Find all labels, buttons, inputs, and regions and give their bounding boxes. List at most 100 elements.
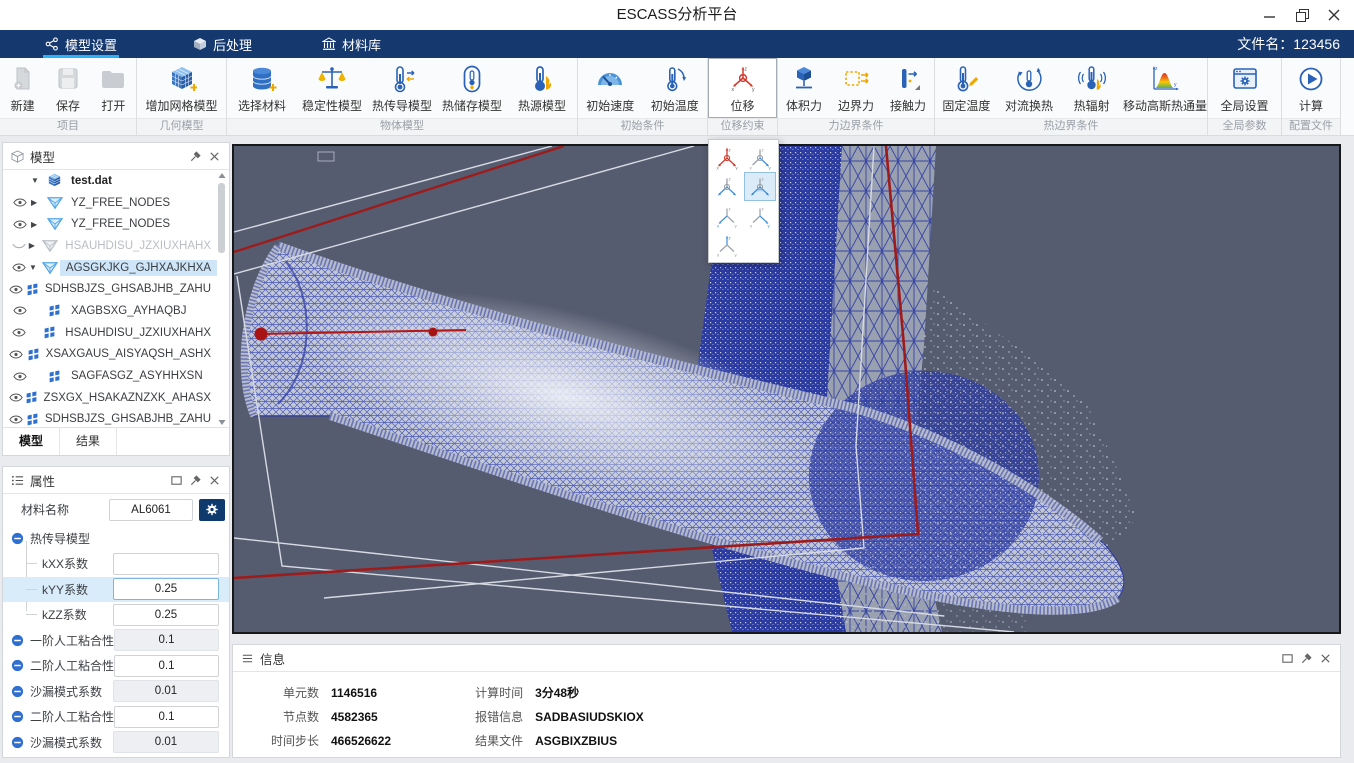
tree-row[interactable]: XAGBSXG_AYHAQBJ: [3, 300, 217, 322]
tree-row-selected[interactable]: ▼AGSGKJKG_GJHXAJKHXA: [3, 257, 217, 279]
select-material-icon: [247, 64, 277, 94]
conduction-section-row[interactable]: 热传导模型: [3, 525, 229, 551]
minimize-button[interactable]: [1254, 0, 1286, 30]
tree-row[interactable]: SDHSBJZS_GHSABJHB_ZAHU: [3, 278, 217, 300]
material-name-input[interactable]: AL6061: [109, 499, 193, 521]
tree-row[interactable]: ▶YZ_FREE_NODES: [3, 192, 217, 214]
cube-icon: [46, 172, 63, 189]
collapse-icon[interactable]: [11, 532, 24, 545]
kxx-input[interactable]: [113, 553, 219, 575]
element-group-icon: [25, 391, 38, 404]
initial-temperature-button[interactable]: 初始温度: [643, 58, 708, 118]
tab-results[interactable]: 结果: [60, 428, 117, 455]
constraint-option-xyz-red[interactable]: zxy: [711, 143, 744, 172]
visibility-off-icon[interactable]: [12, 241, 26, 250]
viscosity1-input[interactable]: 0.1: [114, 629, 219, 651]
tab-model-setup[interactable]: 模型设置: [45, 30, 117, 58]
viscosity2-input[interactable]: 0.1: [114, 655, 219, 677]
tab-model[interactable]: 模型: [3, 428, 60, 455]
visibility-eye-icon[interactable]: [9, 285, 23, 294]
visibility-eye-icon[interactable]: [13, 220, 27, 229]
add-mesh-model-button[interactable]: 增加网格模型: [137, 58, 226, 118]
material-settings-button[interactable]: [199, 499, 225, 521]
visibility-eye-icon[interactable]: [13, 372, 27, 381]
tab-material-library[interactable]: 材料库: [322, 30, 381, 58]
tree-row[interactable]: ▼test.dat: [3, 170, 217, 192]
maximize-icon[interactable]: [1281, 652, 1294, 665]
tree-row[interactable]: ZSXGX_HSAKAZNZXK_AHASX: [3, 387, 217, 409]
collapse-icon[interactable]: [11, 685, 24, 698]
tree-row[interactable]: SAGFASGZ_ASYHHXSN: [3, 365, 217, 387]
initial-velocity-button[interactable]: 初始速度: [578, 58, 643, 118]
pin-icon[interactable]: [1300, 652, 1313, 665]
visibility-eye-icon[interactable]: [9, 415, 23, 424]
kyy-input[interactable]: 0.25: [113, 578, 219, 600]
radiation-button[interactable]: 热辐射: [1060, 58, 1123, 118]
model-panel-header: 模型: [3, 143, 229, 170]
body-force-button[interactable]: 体积力: [778, 58, 830, 118]
tab-post-process[interactable]: 后处理: [193, 30, 252, 58]
collapse-icon[interactable]: [11, 736, 24, 749]
hourglass2-input[interactable]: 0.01: [113, 731, 219, 753]
stability-model-button[interactable]: 稳定性模型: [297, 58, 367, 118]
filename-label: 文件名：123456: [1237, 34, 1354, 54]
collapse-icon[interactable]: [11, 710, 24, 723]
constraint-option-x[interactable]: zxy: [711, 201, 744, 230]
initial-temperature-icon: [660, 64, 690, 94]
scroll-thumb[interactable]: [218, 183, 225, 253]
viewport-3d[interactable]: [232, 144, 1341, 634]
mesh-part-icon: [42, 261, 58, 275]
restore-button[interactable]: [1286, 0, 1318, 30]
viscosity3-input[interactable]: 0.1: [114, 706, 219, 728]
pin-icon[interactable]: [189, 150, 202, 163]
scroll-up-icon[interactable]: [217, 171, 227, 181]
hourglass1-input[interactable]: 0.01: [113, 680, 219, 702]
toolbar-group-body-models: 选择材料 稳定性模型 热传导模型 热储存模型 热源模型 物体模型: [227, 58, 578, 135]
new-button[interactable]: 新建: [0, 58, 45, 118]
pin-icon[interactable]: [189, 474, 202, 487]
visibility-eye-icon[interactable]: [9, 350, 23, 359]
conduction-model-button[interactable]: 热传导模型: [367, 58, 437, 118]
close-icon[interactable]: [208, 150, 221, 163]
displacement-button[interactable]: zxy 位移: [708, 58, 777, 118]
constraint-option-y2[interactable]: zxy: [744, 201, 777, 230]
heat-source-model-button[interactable]: 热源模型: [507, 58, 577, 118]
select-material-button[interactable]: 选择材料: [227, 58, 297, 118]
constraint-option-z[interactable]: zxy: [711, 230, 744, 259]
visibility-eye-icon[interactable]: [9, 393, 23, 402]
collapse-icon[interactable]: [11, 659, 24, 672]
boundary-force-button[interactable]: 边界力: [830, 58, 882, 118]
close-icon[interactable]: [208, 474, 221, 487]
tree-row[interactable]: ▶HSAUHDISU_JZXIUXHAHX: [3, 235, 217, 257]
fixed-temperature-button[interactable]: 固定温度: [935, 58, 998, 118]
save-button[interactable]: 保存: [45, 58, 90, 118]
tree-row[interactable]: ▶YZ_FREE_NODES: [3, 213, 217, 235]
compute-button[interactable]: 计算: [1282, 58, 1340, 118]
visibility-eye-icon[interactable]: [13, 306, 27, 315]
close-button[interactable]: [1318, 0, 1350, 30]
constraint-option-y[interactable]: zxy: [744, 143, 777, 172]
open-button[interactable]: 打开: [91, 58, 136, 118]
visibility-eye-icon[interactable]: [12, 328, 26, 337]
moving-gauss-flux-button[interactable]: zy 移动高斯热通量: [1123, 58, 1207, 118]
hamburger-icon: [241, 652, 254, 665]
tree-scrollbar[interactable]: [217, 171, 227, 427]
contact-force-button[interactable]: 接触力: [882, 58, 934, 118]
constraint-option-xy[interactable]: z: [711, 172, 744, 201]
convection-button[interactable]: 对流换热: [998, 58, 1061, 118]
constraint-option-xy-filled[interactable]: z: [744, 172, 777, 201]
scroll-down-icon[interactable]: [217, 417, 227, 427]
tree-row[interactable]: XSAXGAUS_AISYAQSH_ASHX: [3, 344, 217, 366]
close-icon[interactable]: [1319, 652, 1332, 665]
property-row: 二阶人工粘合性 0.1: [3, 653, 229, 679]
visibility-eye-icon[interactable]: [13, 198, 27, 207]
maximize-icon[interactable]: [170, 474, 183, 487]
tree-row[interactable]: HSAUHDISU_JZXIUXHAHX: [3, 322, 217, 344]
collapse-icon[interactable]: [11, 634, 24, 647]
visibility-eye-icon[interactable]: [12, 263, 26, 272]
heat-storage-model-button[interactable]: 热储存模型: [437, 58, 507, 118]
tree-row[interactable]: SDHSBJZS_GHSABJHB_ZAHU: [3, 409, 217, 428]
svg-text:y: y: [768, 165, 771, 170]
global-settings-button[interactable]: 全局设置: [1208, 58, 1281, 118]
kzz-input[interactable]: 0.25: [113, 604, 219, 626]
